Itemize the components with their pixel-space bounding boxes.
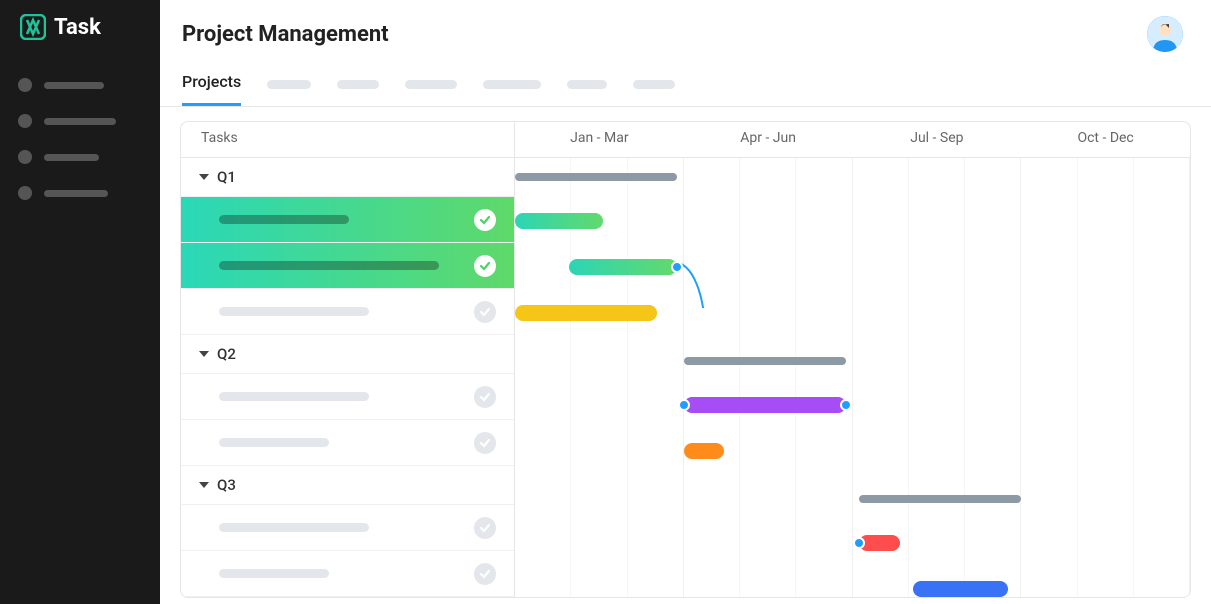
timeline-body [515,158,1190,597]
group-label: Q2 [217,345,236,363]
task-bar[interactable] [684,443,725,459]
task-row[interactable] [181,197,514,243]
gantt-header: Tasks Jan - Mar Apr - Jun Jul - Sep Oct … [181,122,1190,158]
gantt-chart: Tasks Jan - Mar Apr - Jun Jul - Sep Oct … [180,121,1191,598]
task-name-placeholder [219,215,349,224]
task-row[interactable] [181,505,514,551]
sidebar-item[interactable] [18,78,142,92]
check-pending-icon[interactable] [474,517,496,539]
sidebar-label-placeholder [44,190,108,197]
content: Tasks Jan - Mar Apr - Jun Jul - Sep Oct … [160,107,1211,604]
dependency-node[interactable] [678,399,690,411]
tab-placeholder[interactable] [405,80,457,89]
tab-placeholder[interactable] [483,80,541,89]
summary-bar-q2[interactable] [684,357,846,365]
task-bar[interactable] [859,535,900,551]
logo[interactable]: Task [0,0,160,54]
quarter-header: Oct - Dec [1021,122,1190,157]
tasks-column-header: Tasks [181,122,515,157]
header: Project Management [160,0,1211,62]
gantt-body: Q1 Q2 [181,158,1190,597]
task-row[interactable] [181,420,514,466]
caret-down-icon [199,174,209,180]
tab-placeholder[interactable] [633,80,675,89]
dependency-node[interactable] [840,399,852,411]
tab-placeholder[interactable] [267,80,311,89]
check-pending-icon[interactable] [474,563,496,585]
avatar[interactable] [1147,16,1183,52]
task-name-placeholder [219,438,329,447]
sidebar-label-placeholder [44,118,116,125]
task-bar[interactable] [684,397,846,413]
check-done-icon[interactable] [474,255,496,277]
check-pending-icon[interactable] [474,301,496,323]
sidebar-nav [0,54,160,224]
main-area: Project Management Projects Tasks Jan - [160,0,1211,604]
check-done-icon[interactable] [474,209,496,231]
caret-down-icon [199,482,209,488]
tab-projects[interactable]: Projects [182,62,241,106]
sidebar-item[interactable] [18,150,142,164]
dependency-node[interactable] [853,537,865,549]
caret-down-icon [199,351,209,357]
sidebar-label-placeholder [44,82,104,89]
task-group-q1[interactable]: Q1 [181,158,514,197]
task-name-placeholder [219,261,439,270]
logo-text: Task [54,15,101,40]
summary-bar-q3[interactable] [859,495,1021,503]
tasks-list: Q1 Q2 [181,158,515,597]
check-pending-icon[interactable] [474,386,496,408]
dependency-node[interactable] [671,261,683,273]
sidebar-dot-icon [18,186,32,200]
task-group-q3[interactable]: Q3 [181,466,514,505]
page-title: Project Management [182,22,389,47]
task-bar[interactable] [515,213,603,229]
bars-layer [515,158,1190,597]
group-label: Q1 [217,168,236,186]
sidebar-item[interactable] [18,186,142,200]
check-pending-icon[interactable] [474,432,496,454]
task-name-placeholder [219,307,369,316]
task-row[interactable] [181,374,514,420]
sidebar-dot-icon [18,150,32,164]
logo-icon [20,14,46,40]
task-name-placeholder [219,523,369,532]
group-label: Q3 [217,476,236,494]
sidebar-item[interactable] [18,114,142,128]
task-name-placeholder [219,392,369,401]
task-group-q2[interactable]: Q2 [181,335,514,374]
tab-placeholder[interactable] [337,80,379,89]
sidebar: Task [0,0,160,604]
task-name-placeholder [219,569,329,578]
task-bar[interactable] [515,305,657,321]
summary-bar-q1[interactable] [515,173,677,181]
task-bar[interactable] [913,581,1008,597]
quarter-header: Jul - Sep [853,122,1022,157]
task-row[interactable] [181,243,514,289]
quarter-header: Apr - Jun [684,122,853,157]
tabs: Projects [160,62,1211,107]
task-bar[interactable] [569,259,677,275]
tab-placeholder[interactable] [567,80,607,89]
sidebar-dot-icon [18,114,32,128]
timeline-header: Jan - Mar Apr - Jun Jul - Sep Oct - Dec [515,122,1190,157]
quarter-header: Jan - Mar [515,122,684,157]
sidebar-dot-icon [18,78,32,92]
task-row[interactable] [181,551,514,597]
sidebar-label-placeholder [44,154,99,161]
task-row[interactable] [181,289,514,335]
